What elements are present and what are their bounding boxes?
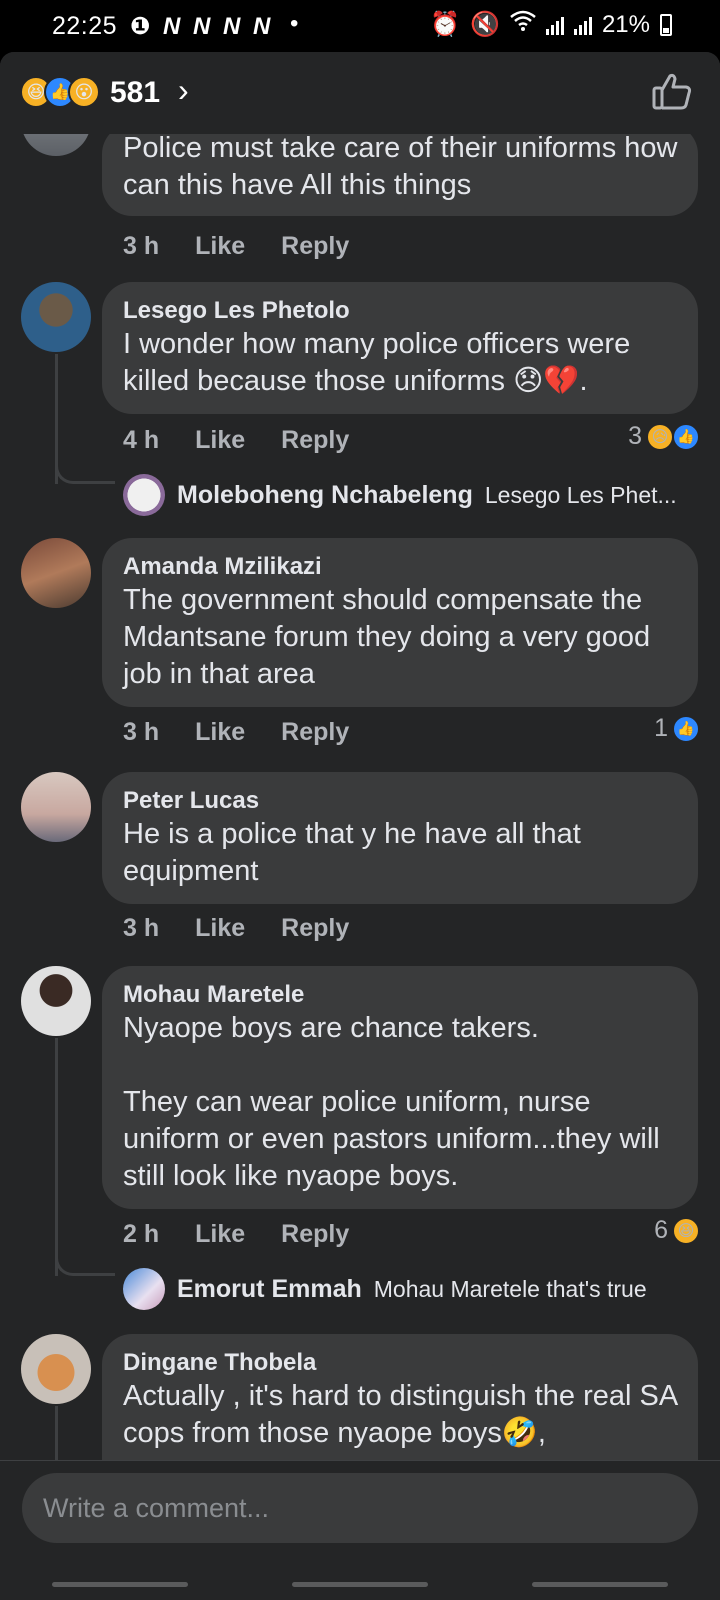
avatar[interactable]: [21, 1334, 91, 1404]
comment-list: Police must take care of their uniforms …: [0, 134, 720, 1460]
commenter-name[interactable]: Peter Lucas: [123, 786, 678, 816]
like-icon: 👍: [672, 714, 700, 743]
system-nav-bar: [0, 1567, 720, 1600]
commenter-name[interactable]: Amanda Mzilikazi: [123, 552, 678, 582]
avatar: [123, 1268, 165, 1310]
comment-text: Actually , it's hard to distinguish the …: [123, 1380, 677, 1449]
like-link[interactable]: Like: [195, 1220, 245, 1249]
reply-link[interactable]: Reply: [281, 426, 349, 455]
comment-bubble[interactable]: Lesego Les Phetolo I wonder how many pol…: [102, 282, 698, 414]
comment-bubble[interactable]: Amanda Mzilikazi The government should c…: [102, 538, 698, 707]
like-button[interactable]: [650, 70, 694, 114]
thread-line: [55, 1038, 58, 1276]
notification-icons: ❶ N N N N: [130, 13, 274, 40]
recent-apps-button[interactable]: [52, 1581, 188, 1587]
back-button[interactable]: [532, 1581, 668, 1587]
comment-time[interactable]: 3 h: [123, 718, 159, 747]
avatar[interactable]: [21, 772, 91, 842]
reply-snippet: Mohau Maretele that's true: [373, 1275, 647, 1302]
avatar: [123, 474, 165, 516]
reaction-count[interactable]: 581: [110, 76, 160, 110]
comment-time[interactable]: 2 h: [123, 1220, 159, 1249]
comment-text: I wonder how many police officers were k…: [123, 328, 631, 397]
status-bar: 22:25 ❶ N N N N • ⏰ 🔇 21%: [0, 0, 720, 52]
reply-link[interactable]: Reply: [281, 1220, 349, 1249]
comment-text: The government should compensate the Mda…: [123, 584, 651, 690]
comment-time[interactable]: 4 h: [123, 426, 159, 455]
comment-input[interactable]: [22, 1473, 698, 1543]
status-icons: ⏰ 🔇 21%: [430, 10, 672, 39]
comment-actions: 4 h Like Reply: [123, 426, 349, 455]
reply-link[interactable]: Reply: [281, 232, 349, 261]
signal-icon-2: [573, 15, 592, 35]
like-link[interactable]: Like: [195, 232, 245, 261]
reply-snippet: Lesego Les Phet...: [484, 481, 677, 508]
reaction-count: 1: [654, 714, 668, 742]
reply-author: Emorut Emmah: [177, 1274, 362, 1303]
wifi-icon: [510, 10, 536, 39]
alarm-icon: ⏰: [430, 11, 461, 38]
wow-icon: 😮: [68, 76, 100, 108]
reply-link[interactable]: Reply: [281, 914, 349, 943]
thread-connector: [55, 1246, 115, 1276]
reactions-header: 😆 👍 😮 581 ›: [0, 52, 720, 134]
avatar[interactable]: [21, 134, 91, 156]
commenter-name[interactable]: Lesego Les Phetolo: [123, 296, 678, 326]
thread-line: [55, 1406, 58, 1460]
haha-icon: 😆: [672, 1216, 700, 1245]
home-button[interactable]: [292, 1581, 428, 1587]
like-link[interactable]: Like: [195, 718, 245, 747]
reply-preview[interactable]: Moleboheng Nchabeleng Lesego Les Phet...: [123, 474, 677, 516]
sad-icon: 😥: [646, 422, 674, 451]
comment-actions: 2 h Like Reply: [123, 1220, 349, 1249]
comment-bubble[interactable]: Mohau Maretele Nyaope boys are chance ta…: [102, 966, 698, 1209]
comments-sheet: 😆 👍 😮 581 › Police must take care of the…: [0, 52, 720, 1600]
thumbs-up-icon: [652, 73, 692, 110]
comment-composer: [0, 1460, 720, 1600]
reaction-summary[interactable]: 😆 👍 😮: [20, 76, 100, 108]
reaction-count: 6: [654, 1216, 668, 1244]
comment-time[interactable]: 3 h: [123, 232, 159, 261]
commenter-name[interactable]: Dingane Thobela: [123, 1348, 678, 1378]
chevron-right-icon[interactable]: ›: [178, 72, 189, 109]
like-link[interactable]: Like: [195, 426, 245, 455]
comment-text: He is a police that y he have all that e…: [123, 818, 581, 887]
comment-actions: 3 h Like Reply: [123, 718, 349, 747]
reply-link[interactable]: Reply: [281, 718, 349, 747]
like-link[interactable]: Like: [195, 914, 245, 943]
comment-bubble[interactable]: Peter Lucas He is a police that y he hav…: [102, 772, 698, 904]
comment-actions: 3 h Like Reply: [123, 232, 349, 261]
comment-actions: 3 h Like Reply: [123, 914, 349, 943]
reaction-count: 3: [628, 422, 642, 450]
comment-reactions[interactable]: 3 😥 👍: [628, 422, 700, 451]
comment-text: Nyaope boys are chance takers. They can …: [123, 1012, 660, 1192]
comment-reactions[interactable]: 6 😆: [654, 1216, 700, 1245]
comment-text: Police must take care of their uniforms …: [123, 134, 678, 201]
like-icon: 👍: [672, 422, 700, 451]
mute-icon: 🔇: [470, 11, 500, 38]
comment-bubble[interactable]: Police must take care of their uniforms …: [102, 134, 698, 216]
battery-icon: [660, 13, 672, 36]
comment-bubble[interactable]: Dingane Thobela Actually , it's hard to …: [102, 1334, 698, 1460]
battery-percent: 21%: [601, 10, 650, 38]
commenter-name[interactable]: Mohau Maretele: [123, 980, 678, 1010]
reply-preview[interactable]: Emorut Emmah Mohau Maretele that's true: [123, 1268, 647, 1310]
reply-author: Moleboheng Nchabeleng: [177, 480, 473, 509]
avatar[interactable]: [21, 282, 91, 352]
comment-reactions[interactable]: 1 👍: [654, 714, 700, 743]
status-time: 22:25: [52, 12, 118, 40]
avatar[interactable]: [21, 538, 91, 608]
signal-icon: [545, 15, 564, 35]
more-notifications-dot: •: [290, 10, 299, 37]
avatar[interactable]: [21, 966, 91, 1036]
thread-connector: [55, 454, 115, 484]
comment-time[interactable]: 3 h: [123, 914, 159, 943]
